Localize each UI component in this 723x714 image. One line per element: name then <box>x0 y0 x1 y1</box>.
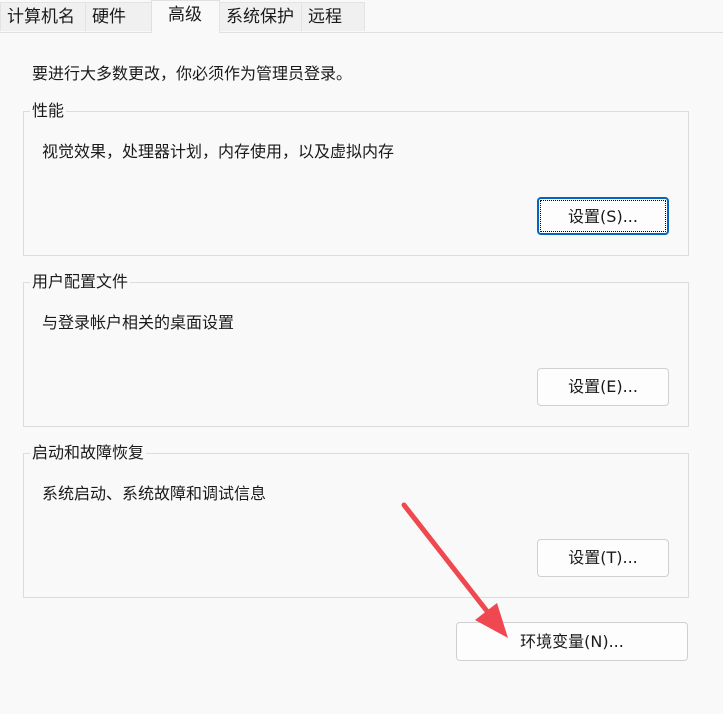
arrow-shaft <box>401 502 493 618</box>
red-arrow-annotation <box>401 502 508 638</box>
arrow-head <box>475 603 508 638</box>
